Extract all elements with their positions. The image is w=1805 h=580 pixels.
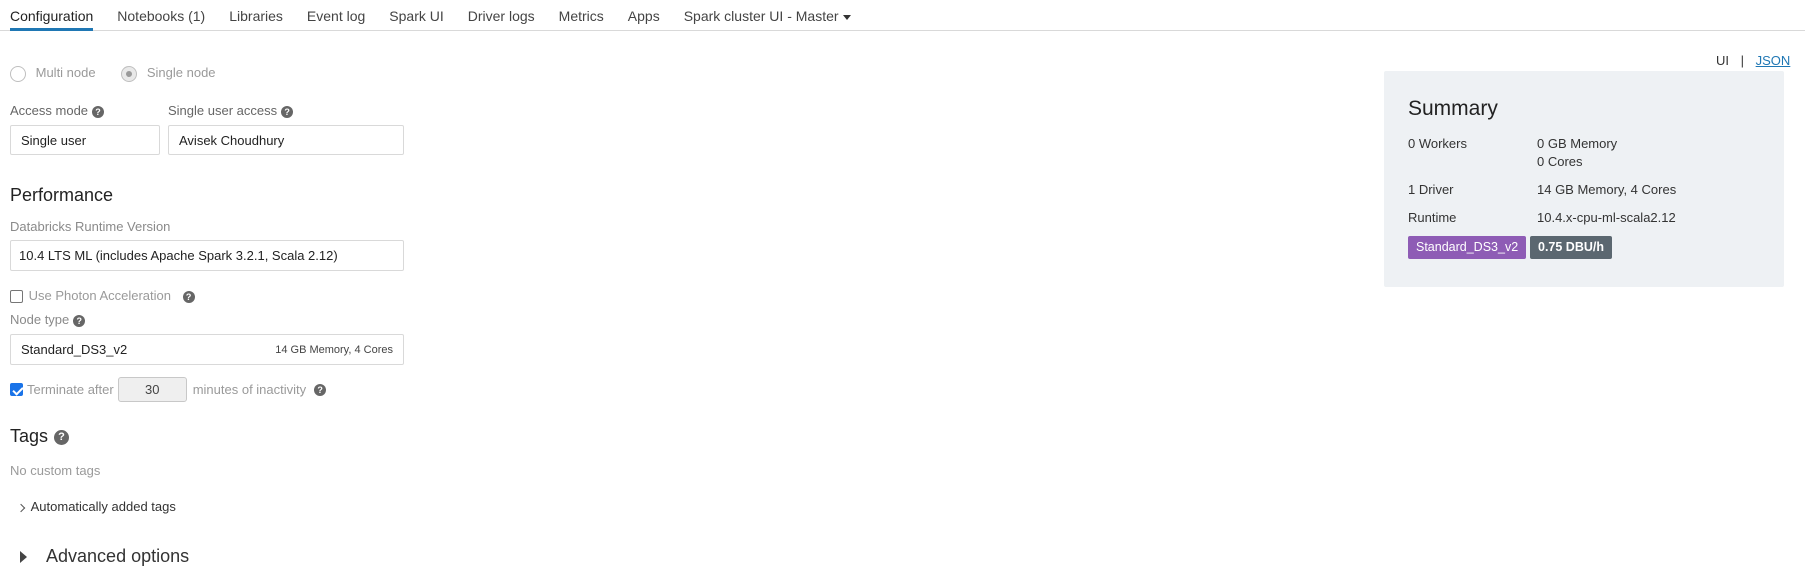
node-type-badge: Standard_DS3_v2	[1408, 236, 1527, 259]
json-view-link[interactable]: JSON	[1756, 53, 1791, 68]
chevron-right-icon	[16, 503, 26, 512]
summary-title: Summary	[1408, 97, 1498, 120]
caret-down-icon	[842, 14, 851, 20]
node-type-select[interactable]: Standard_DS3_v2 14 GB Memory, 4 Cores	[10, 334, 404, 365]
runtime-version-value: 10.4 LTS ML (includes Apache Spark 3.2.1…	[19, 248, 338, 263]
tab-notebooks[interactable]: Notebooks (1)	[117, 0, 205, 31]
auto-tags-toggle[interactable]: Automatically added tags	[16, 499, 176, 514]
tags-title: Tags	[10, 426, 49, 446]
help-icon[interactable]: ?	[54, 429, 70, 445]
runtime-version-select[interactable]: 10.4 LTS ML (includes Apache Spark 3.2.1…	[10, 240, 404, 271]
tags-title-row: Tags?	[10, 426, 70, 447]
single-user-access-select[interactable]: Avisek Choudhury	[168, 125, 404, 155]
tab-event-log[interactable]: Event log	[307, 0, 365, 31]
node-type-label: Node type	[10, 312, 70, 327]
summary-runtime-value: 10.4.x-cpu-ml-scala2.12	[1537, 210, 1676, 225]
access-mode-value: Single user	[21, 132, 87, 148]
tab-apps[interactable]: Apps	[628, 0, 660, 31]
multi-node-label: Multi node	[35, 65, 96, 80]
access-mode-select[interactable]: Single user	[10, 125, 160, 155]
terminate-suffix: minutes of inactivity	[192, 382, 307, 397]
help-icon[interactable]: ?	[281, 105, 294, 118]
ui-view-link[interactable]: UI	[1716, 53, 1729, 68]
runtime-version-label: Databricks Runtime Version	[10, 219, 171, 234]
summary-workers-label: 0 Workers	[1408, 136, 1467, 151]
terminate-prefix: Terminate after	[27, 382, 114, 397]
tab-libraries[interactable]: Libraries	[229, 0, 283, 31]
help-icon[interactable]: ?	[182, 290, 195, 303]
advanced-options-toggle[interactable]: Advanced options	[20, 546, 189, 567]
multi-node-radio[interactable]	[10, 65, 26, 82]
view-toggle: UI | JSON	[1716, 53, 1790, 68]
tab-driver-logs[interactable]: Driver logs	[468, 0, 535, 31]
performance-title: Performance	[10, 185, 114, 205]
tab-configuration[interactable]: Configuration	[10, 0, 94, 31]
advanced-options-label: Advanced options	[46, 546, 190, 566]
caret-right-icon	[20, 551, 27, 564]
node-type-value: Standard_DS3_v2	[21, 342, 128, 357]
help-icon[interactable]: ?	[92, 105, 105, 118]
node-mode-group: Multi node Single node	[10, 65, 216, 82]
terminate-row: Terminate after 30 minutes of inactivity…	[10, 377, 327, 402]
summary-workers-cores: 0 Cores	[1537, 154, 1583, 169]
summary-driver-value: 14 GB Memory, 4 Cores	[1537, 182, 1677, 197]
help-icon[interactable]: ?	[314, 383, 327, 396]
access-mode-label: Access mode	[10, 103, 89, 118]
tab-metrics[interactable]: Metrics	[559, 0, 604, 31]
single-node-radio[interactable]	[121, 65, 138, 82]
single-node-label: Single node	[146, 65, 216, 80]
no-custom-tags: No custom tags	[10, 463, 101, 478]
photon-row: Use Photon Acceleration ?	[10, 288, 195, 304]
access-mode-label-row: Access mode?	[10, 103, 105, 118]
summary-panel: Summary 0 Workers 0 GB Memory 0 Cores 1 …	[1384, 71, 1784, 287]
summary-runtime-label: Runtime	[1408, 210, 1457, 225]
single-user-access-value: Avisek Choudhury	[179, 132, 285, 148]
tab-spark-cluster-ui[interactable]: Spark cluster UI - Master	[684, 0, 851, 31]
node-type-detail: 14 GB Memory, 4 Cores	[275, 343, 393, 356]
photon-label: Use Photon Acceleration	[28, 288, 171, 303]
help-icon[interactable]: ?	[73, 314, 86, 327]
dbu-badge: 0.75 DBU/h	[1530, 236, 1612, 259]
single-user-access-label-row: Single user access?	[168, 103, 294, 118]
auto-tags-label: Automatically added tags	[30, 499, 176, 514]
summary-workers-memory: 0 GB Memory	[1537, 136, 1618, 151]
view-toggle-separator: |	[1740, 53, 1745, 68]
summary-driver-label: 1 Driver	[1408, 182, 1454, 197]
tab-spark-cluster-ui-label: Spark cluster UI - Master	[683, 8, 839, 24]
single-user-access-label: Single user access	[168, 103, 278, 118]
terminate-checkbox[interactable]	[10, 383, 23, 396]
tab-spark-ui[interactable]: Spark UI	[389, 0, 443, 31]
cluster-tabs: Configuration Notebooks (1) Libraries Ev…	[0, 0, 1805, 31]
photon-checkbox[interactable]	[10, 290, 23, 304]
node-type-label-row: Node type?	[10, 312, 86, 327]
terminate-minutes-input[interactable]: 30	[117, 377, 187, 402]
